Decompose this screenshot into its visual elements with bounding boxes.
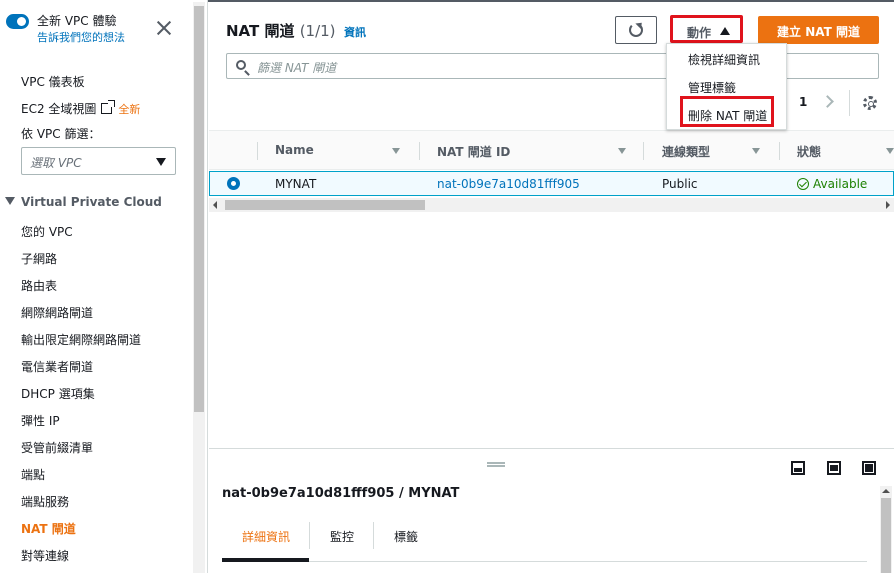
sidebar-item-label: EC2 全域視圖	[21, 102, 97, 116]
sidebar: 全新 VPC 體驗 告訴我們您的想法 VPC 儀表板 EC2 全域視圖 全新 依 …	[0, 0, 208, 573]
feedback-link[interactable]: 告訴我們您的想法	[37, 29, 125, 45]
refresh-icon	[629, 23, 643, 37]
menu-item-view-details[interactable]: 檢視詳細資訊	[688, 51, 760, 68]
table-horizontal-scrollbar[interactable]	[209, 198, 894, 212]
chevron-right-icon[interactable]	[821, 95, 834, 108]
sidebar-item-internet-gateways[interactable]: 網際網路閘道	[21, 304, 93, 321]
sidebar-item-prefix-lists[interactable]: 受管前綴清單	[21, 439, 93, 456]
tab-divider	[373, 522, 374, 549]
split-panel-scrollbar[interactable]	[880, 486, 892, 573]
cell-status: Available	[797, 177, 867, 191]
new-badge: 全新	[118, 103, 141, 116]
cell-nat-id[interactable]: nat-0b9e7a10d81fff905	[437, 177, 580, 191]
main-content: NAT 閘道 (1/1) 資訊 動作 建立 NAT 閘道 篩選 NAT 閘道 1…	[209, 0, 894, 573]
sidebar-item-route-tables[interactable]: 路由表	[21, 277, 57, 294]
panel-side-icon[interactable]	[827, 461, 841, 475]
tab-divider	[309, 522, 310, 549]
tabs-baseline	[222, 561, 867, 562]
info-link[interactable]: 資訊	[344, 24, 366, 40]
scroll-up-icon[interactable]	[882, 489, 890, 493]
sidebar-item-nat-gateways[interactable]: NAT 閘道	[21, 520, 76, 537]
sidebar-scrollbar[interactable]	[193, 2, 205, 573]
close-icon[interactable]	[156, 20, 172, 36]
sidebar-item-vpc-dashboard[interactable]: VPC 儀表板	[21, 73, 85, 90]
vpc-filter-placeholder: 選取 VPC	[30, 156, 82, 170]
sidebar-item-egress-only-gateways[interactable]: 輸出限定網際網路閘道	[21, 331, 141, 348]
column-header-name[interactable]: Name	[275, 143, 314, 157]
split-panel-title: nat-0b9e7a10d81fff905 / MYNAT	[222, 486, 460, 501]
sidebar-item-your-vpcs[interactable]: 您的 VPC	[21, 223, 73, 240]
cell-name: MYNAT	[275, 177, 317, 191]
toggle-title: 全新 VPC 體驗	[37, 14, 117, 28]
tab-details[interactable]: 詳細資訊	[242, 528, 290, 545]
column-header-nat-id[interactable]: NAT 閘道 ID	[437, 143, 510, 160]
column-separator	[257, 142, 258, 160]
sidebar-item-dhcp-options[interactable]: DHCP 選項集	[21, 385, 95, 402]
toggle-knob	[17, 17, 26, 26]
active-tab-underline	[222, 558, 309, 562]
scroll-right-icon[interactable]	[886, 201, 890, 209]
new-experience-toggle[interactable]	[6, 14, 29, 29]
section-title-label: Virtual Private Cloud	[21, 195, 162, 209]
status-text: Available	[813, 177, 868, 191]
gear-icon[interactable]	[863, 96, 877, 110]
column-separator	[643, 142, 644, 160]
sidebar-item-ec2-global-view[interactable]: EC2 全域視圖 全新	[21, 100, 140, 117]
split-panel: nat-0b9e7a10d81fff905 / MYNAT 詳細資訊 監控 標籤	[209, 448, 894, 573]
refresh-button[interactable]	[615, 16, 657, 44]
panel-bottom-icon[interactable]	[791, 461, 805, 475]
sidebar-item-subnets[interactable]: 子網路	[21, 250, 57, 267]
page-number[interactable]: 1	[799, 95, 807, 109]
sidebar-item-carrier-gateways[interactable]: 電信業者閘道	[21, 358, 93, 375]
column-separator	[779, 142, 780, 160]
scrollbar-thumb[interactable]	[194, 6, 204, 412]
cell-type: Public	[662, 177, 698, 191]
create-nat-gateway-button[interactable]: 建立 NAT 閘道	[758, 16, 879, 44]
tab-tags[interactable]: 標籤	[394, 528, 418, 545]
sort-icon[interactable]	[618, 148, 626, 154]
search-placeholder: 篩選 NAT 閘道	[257, 61, 337, 75]
search-icon	[236, 60, 246, 70]
actions-dropdown: 檢視詳細資訊 管理標籤 刪除 NAT 閘道	[666, 43, 787, 130]
page-count: (1/1)	[299, 22, 336, 40]
table-row[interactable]: MYNAT nat-0b9e7a10d81fff905 Public Avail…	[209, 171, 894, 196]
actions-label: 動作	[687, 26, 712, 40]
caret-down-icon	[5, 197, 15, 205]
filter-by-vpc-label: 依 VPC 篩選：	[21, 127, 101, 141]
vpc-console: 全新 VPC 體驗 告訴我們您的想法 VPC 儀表板 EC2 全域視圖 全新 依 …	[0, 0, 894, 573]
vpc-filter-select[interactable]: 選取 VPC	[21, 147, 176, 175]
caret-down-icon	[156, 158, 166, 166]
sidebar-item-peering[interactable]: 對等連線	[21, 547, 69, 564]
column-header-connectivity[interactable]: 連線類型	[662, 143, 710, 160]
section-virtual-private-cloud[interactable]: Virtual Private Cloud	[5, 195, 162, 209]
sort-icon[interactable]	[886, 148, 894, 154]
page-title: NAT 閘道 (1/1)	[226, 20, 336, 41]
menu-item-delete-nat-gateway[interactable]: 刪除 NAT 閘道	[688, 107, 767, 124]
actions-button[interactable]: 動作	[670, 15, 743, 43]
panel-maximize-icon[interactable]	[862, 461, 876, 475]
column-separator	[419, 142, 420, 160]
divider	[849, 90, 850, 116]
sort-icon[interactable]	[752, 148, 760, 154]
scrollbar-thumb[interactable]	[225, 200, 425, 210]
column-header-state[interactable]: 狀態	[797, 143, 821, 160]
caret-up-icon	[720, 27, 730, 35]
row-radio[interactable]	[227, 177, 240, 190]
scrollbar-thumb[interactable]	[881, 498, 891, 573]
table-header: Name NAT 閘道 ID 連線類型 狀態	[209, 130, 894, 170]
external-link-icon	[101, 100, 116, 114]
sidebar-item-endpoint-services[interactable]: 端點服務	[21, 493, 69, 510]
sort-icon[interactable]	[392, 148, 400, 154]
drag-handle[interactable]	[487, 462, 505, 467]
sidebar-item-elastic-ips[interactable]: 彈性 IP	[21, 412, 60, 429]
scroll-left-icon[interactable]	[213, 201, 217, 209]
sidebar-item-endpoints[interactable]: 端點	[21, 466, 45, 483]
tab-monitoring[interactable]: 監控	[330, 528, 354, 545]
page-title-text: NAT 閘道	[226, 22, 295, 40]
menu-item-manage-tags[interactable]: 管理標籤	[688, 79, 736, 96]
check-circle-icon	[797, 178, 809, 190]
